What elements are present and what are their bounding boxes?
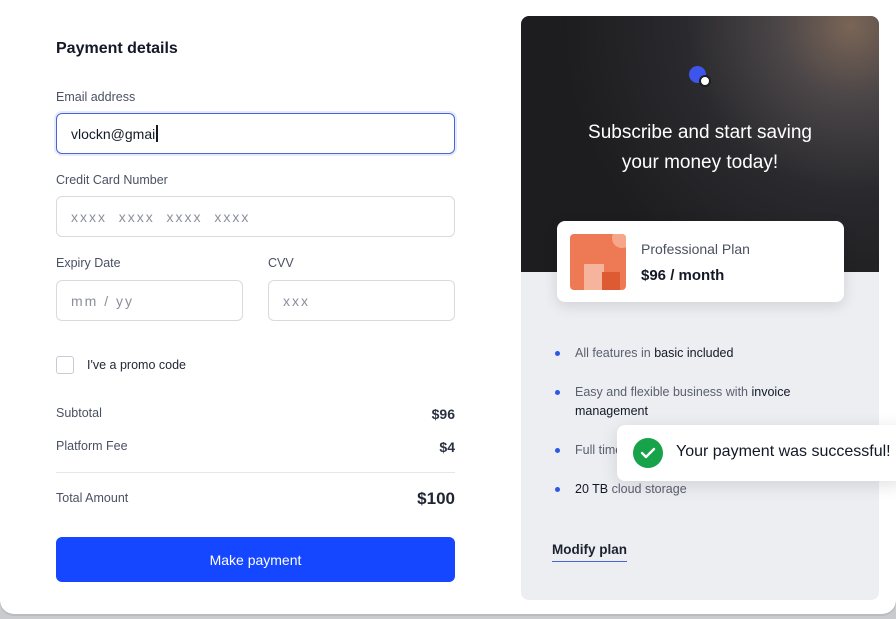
plan-thumbnail-icon bbox=[570, 234, 626, 290]
email-value: vlockn@gmai bbox=[71, 125, 156, 142]
cvv-label: CVV bbox=[268, 256, 294, 270]
check-circle-icon bbox=[633, 438, 663, 468]
plan-card: Professional Plan $96 / month bbox=[557, 221, 844, 302]
toast-message: Your payment was successful! bbox=[676, 443, 891, 460]
plan-price: $96 / month bbox=[641, 267, 725, 284]
subtotal-value: $96 bbox=[431, 406, 455, 422]
bullet-icon bbox=[555, 351, 560, 356]
email-label: Email address bbox=[56, 90, 136, 104]
expiry-placeholder: mm / yy bbox=[71, 292, 134, 309]
brand-logo-icon bbox=[689, 66, 713, 90]
headline-line-2: your money today! bbox=[621, 152, 779, 173]
text-caret bbox=[156, 125, 158, 142]
panel-headline: Subscribe and start saving your money to… bbox=[521, 118, 879, 178]
card-number-label: Credit Card Number bbox=[56, 173, 168, 187]
email-field[interactable]: vlockn@gmai bbox=[56, 113, 455, 154]
page-title: Payment details bbox=[56, 40, 178, 57]
bullet-icon bbox=[555, 390, 560, 395]
subscription-panel: Subscribe and start saving your money to… bbox=[521, 16, 879, 600]
total-label: Total Amount bbox=[56, 491, 129, 505]
expiry-label: Expiry Date bbox=[56, 256, 121, 270]
card-number-field[interactable]: xxxx xxxx xxxx xxxx bbox=[56, 196, 455, 237]
platform-fee-label: Platform Fee bbox=[56, 439, 128, 453]
headline-line-1: Subscribe and start saving bbox=[588, 122, 812, 143]
success-toast: Your payment was successful! bbox=[617, 425, 896, 481]
promo-checkbox[interactable] bbox=[56, 356, 74, 374]
modify-plan-link[interactable]: Modify plan bbox=[552, 542, 627, 562]
expiry-field[interactable]: mm / yy bbox=[56, 280, 243, 321]
promo-label[interactable]: I've a promo code bbox=[87, 358, 186, 372]
bullet-icon bbox=[555, 487, 560, 492]
platform-fee-value: $4 bbox=[439, 439, 455, 455]
cvv-placeholder: xxx bbox=[283, 292, 310, 309]
plan-name: Professional Plan bbox=[641, 241, 750, 257]
card-number-placeholder: xxxx xxxx xxxx xxxx bbox=[71, 208, 251, 225]
total-value: $100 bbox=[417, 489, 455, 508]
bullet-icon bbox=[555, 448, 560, 453]
subtotal-label: Subtotal bbox=[56, 406, 102, 420]
summary-divider bbox=[56, 472, 455, 473]
make-payment-button[interactable]: Make payment bbox=[56, 537, 455, 582]
payment-card: Payment details Email address vlockn@gma… bbox=[0, 0, 896, 614]
cvv-field[interactable]: xxx bbox=[268, 280, 455, 321]
